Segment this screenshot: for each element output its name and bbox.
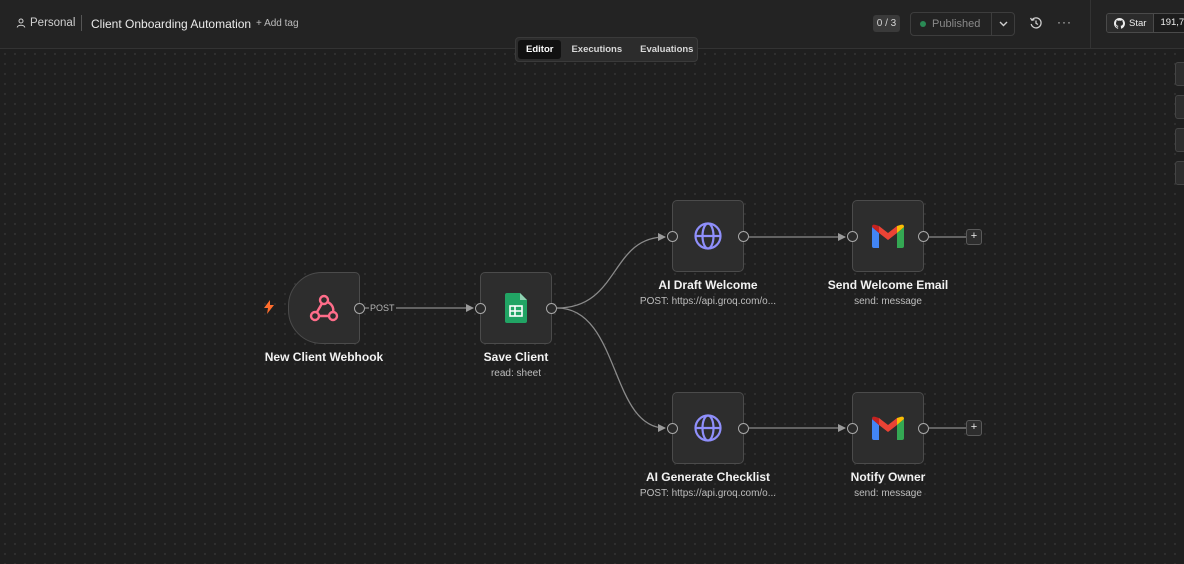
published-button[interactable]: Published — [911, 13, 992, 35]
node-title: New Client Webhook — [264, 350, 384, 364]
input-port[interactable] — [475, 303, 486, 314]
webhook-method-label: POST — [369, 303, 396, 313]
plus-icon: + — [970, 230, 978, 242]
node-subtitle: POST: https://api.groq.com/o... — [639, 296, 777, 307]
node-ai-generate-checklist[interactable] — [667, 392, 749, 464]
node-subtitle: send: message — [854, 296, 922, 307]
node-title: AI Draft Welcome — [658, 278, 758, 292]
history-button[interactable] — [1029, 16, 1043, 30]
input-port[interactable] — [847, 231, 858, 242]
github-icon — [1114, 17, 1125, 29]
published-status-dot — [920, 21, 926, 27]
more-button[interactable]: ··· — [1057, 15, 1072, 29]
node-save-client[interactable] — [475, 272, 557, 344]
zoom-out-button[interactable] — [1175, 128, 1184, 152]
add-node-button[interactable]: + — [966, 229, 982, 245]
zoom-in-button[interactable] — [1175, 95, 1184, 119]
output-port[interactable] — [918, 231, 929, 242]
node-ai-draft-welcome[interactable] — [667, 200, 749, 272]
input-port[interactable] — [667, 423, 678, 434]
github-star-widget[interactable]: Star 191,76 — [1106, 13, 1184, 33]
tab-executions[interactable]: Executions — [563, 40, 630, 59]
zoom-to-fit-button[interactable] — [1175, 62, 1184, 86]
workflow-name[interactable]: Client Onboarding Automation — [91, 17, 251, 31]
node-title: Notify Owner — [850, 470, 926, 484]
person-icon — [16, 18, 26, 28]
tab-editor[interactable]: Editor — [518, 40, 562, 59]
history-icon — [1029, 17, 1042, 29]
chevron-down-icon — [999, 21, 1007, 27]
more-icon: ··· — [1057, 15, 1072, 29]
publish-dropdown-button[interactable] — [992, 13, 1014, 35]
add-tag-button[interactable]: + Add tag — [256, 18, 299, 29]
output-port[interactable] — [546, 303, 557, 314]
node-new-client-webhook[interactable] — [288, 272, 365, 344]
breadcrumb-separator — [81, 15, 82, 31]
node-send-welcome-email[interactable] — [847, 200, 929, 272]
google-sheets-icon — [505, 293, 527, 323]
project-name: Personal — [30, 17, 76, 29]
plus-icon: + — [970, 421, 978, 433]
node-title: Save Client — [483, 350, 549, 364]
output-port[interactable] — [738, 423, 749, 434]
output-port[interactable] — [738, 231, 749, 242]
tab-evaluations[interactable]: Evaluations — [632, 40, 701, 59]
published-label: Published — [932, 18, 981, 30]
gmail-icon — [872, 224, 904, 248]
output-port[interactable] — [354, 303, 365, 314]
bolt-icon — [264, 300, 274, 314]
project-breadcrumb[interactable]: Personal — [16, 17, 75, 29]
add-node-button[interactable]: + — [966, 420, 982, 436]
node-title: Send Welcome Email — [827, 278, 949, 292]
node-notify-owner[interactable] — [847, 392, 929, 464]
globe-icon — [694, 222, 722, 250]
view-tabs: Editor Executions Evaluations — [515, 37, 698, 62]
trigger-indicator — [263, 300, 275, 319]
node-title: AI Generate Checklist — [645, 470, 771, 484]
gmail-icon — [872, 416, 904, 440]
output-port[interactable] — [918, 423, 929, 434]
node-subtitle: POST: https://api.groq.com/o... — [639, 488, 777, 499]
github-star-label: Star — [1129, 17, 1147, 29]
github-star-button[interactable]: Star — [1107, 14, 1155, 32]
reset-zoom-button[interactable] — [1175, 161, 1184, 185]
app-window: Personal Client Onboarding Automation + … — [0, 0, 1184, 564]
node-subtitle: send: message — [854, 488, 922, 499]
input-port[interactable] — [667, 231, 678, 242]
globe-icon — [694, 414, 722, 442]
workflow-canvas[interactable] — [0, 49, 1184, 564]
publish-group: Published — [910, 12, 1015, 36]
github-star-count: 191,76 — [1154, 14, 1184, 32]
header-divider — [1090, 0, 1091, 49]
node-subtitle: read: sheet — [490, 368, 542, 379]
progress-counter[interactable]: 0 / 3 — [873, 15, 900, 32]
input-port[interactable] — [847, 423, 858, 434]
webhook-icon — [309, 294, 339, 322]
